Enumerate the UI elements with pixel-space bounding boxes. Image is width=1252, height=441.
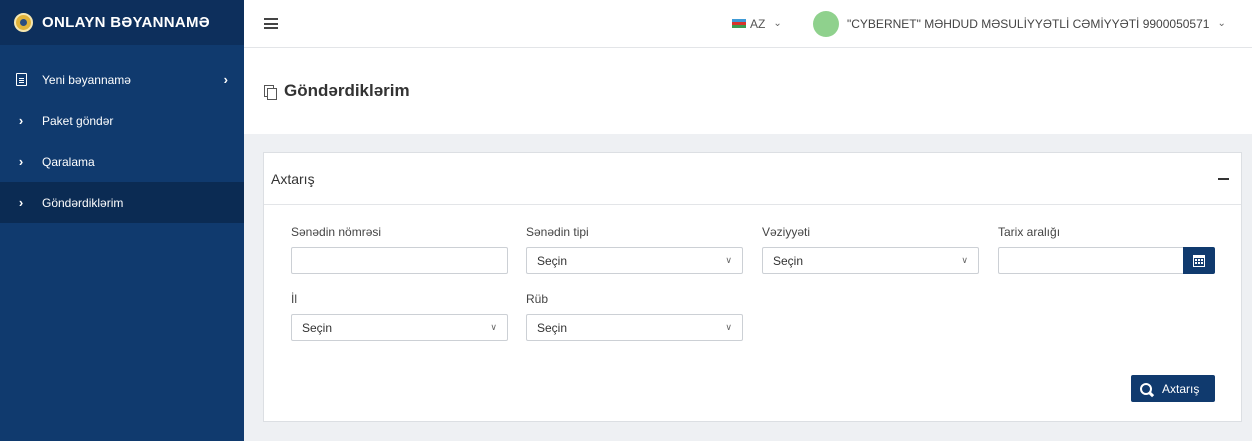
language-selector[interactable]: AZ ⌄	[732, 17, 782, 31]
date-range-input[interactable]	[998, 247, 1183, 274]
year-label: İl	[291, 292, 297, 306]
year-field: İl Seçin ∨	[291, 292, 508, 341]
doc-type-field: Sənədin tipi Seçin ∨	[526, 225, 743, 274]
chevron-down-icon: ⌄	[773, 18, 782, 29]
chevron-down-icon: ∨	[725, 255, 732, 265]
doc-type-value: Seçin	[537, 253, 568, 268]
year-value: Seçin	[302, 320, 333, 335]
sidebar-item-drafts[interactable]: › Qaralama	[0, 141, 244, 182]
calendar-button[interactable]	[1183, 247, 1215, 274]
top-bar: AZ ⌄ "CYBERNET" MƏHDUD MƏSULİYYƏTLİ CƏMİ…	[244, 0, 1252, 48]
year-select[interactable]: Seçin ∨	[291, 314, 508, 341]
document-icon	[14, 73, 28, 86]
user-menu[interactable]: "CYBERNET" MƏHDUD MƏSULİYYƏTLİ CƏMİYYƏTİ…	[813, 10, 1226, 37]
date-range-field: Tarix aralığı	[998, 225, 1215, 274]
sidebar-item-label: Qaralama	[42, 154, 95, 169]
user-name: "CYBERNET" MƏHDUD MƏSULİYYƏTLİ CƏMİYYƏTİ…	[847, 16, 1210, 31]
status-label: Vəziyyəti	[762, 225, 811, 239]
search-panel-title: Axtarış	[271, 170, 315, 187]
chevron-right-icon: ›	[223, 72, 228, 87]
search-button[interactable]: Axtarış	[1131, 375, 1215, 402]
sidebar-item-label: Paket göndər	[42, 113, 114, 128]
chevron-right-icon: ›	[18, 154, 24, 169]
brand-title: ONLAYN BƏYANNAMƏ	[42, 14, 210, 31]
calendar-icon	[1193, 254, 1205, 267]
sidebar-item-new-declaration[interactable]: Yeni bəyannamə ›	[0, 59, 244, 100]
search-button-label: Axtarış	[1162, 381, 1200, 396]
avatar	[813, 10, 839, 37]
menu-toggle-icon[interactable]	[264, 18, 278, 29]
chevron-down-icon: ∨	[725, 322, 732, 332]
status-field: Vəziyyəti Seçin ∨	[762, 225, 979, 274]
sidebar-item-sent[interactable]: › Göndərdiklərim	[0, 182, 244, 223]
quarter-label: Rüb	[526, 292, 549, 306]
sidebar-nav: Yeni bəyannamə › › Paket göndər › Qarala…	[0, 45, 244, 223]
quarter-field: Rüb Seçin ∨	[526, 292, 743, 341]
emblem-icon	[14, 13, 33, 32]
search-icon	[1140, 382, 1152, 395]
doc-number-field: Sənədin nömrəsi	[291, 225, 508, 274]
chevron-down-icon: ∨	[961, 255, 968, 265]
collapse-icon[interactable]	[1218, 178, 1229, 180]
search-panel-header: Axtarış	[264, 153, 1241, 205]
sidebar-item-label: Yeni bəyannamə	[42, 72, 131, 87]
chevron-right-icon: ›	[18, 195, 24, 210]
sidebar: ONLAYN BƏYANNAMƏ Yeni bəyannamə › › Pake…	[0, 0, 244, 441]
date-range-label: Tarix aralığı	[998, 225, 1061, 239]
doc-number-input[interactable]	[291, 247, 508, 274]
page-header: Göndərdiklərim	[244, 48, 1252, 134]
search-panel: Axtarış Sənədin nömrəsi Sənədin tipi Seç…	[263, 152, 1242, 422]
brand-header[interactable]: ONLAYN BƏYANNAMƏ	[0, 0, 244, 45]
copy-icon	[264, 84, 277, 100]
page-title: Göndərdiklərim	[284, 81, 410, 100]
chevron-right-icon: ›	[18, 113, 24, 128]
azerbaijan-flag-icon	[732, 18, 746, 29]
language-label: AZ	[750, 16, 766, 31]
chevron-down-icon: ⌄	[1217, 18, 1226, 29]
quarter-select[interactable]: Seçin ∨	[526, 314, 743, 341]
sidebar-item-send-package[interactable]: › Paket göndər	[0, 100, 244, 141]
sidebar-item-label: Göndərdiklərim	[42, 195, 124, 210]
chevron-down-icon: ∨	[490, 322, 497, 332]
doc-number-label: Sənədin nömrəsi	[291, 225, 382, 239]
doc-type-label: Sənədin tipi	[526, 225, 589, 239]
status-select[interactable]: Seçin ∨	[762, 247, 979, 274]
doc-type-select[interactable]: Seçin ∨	[526, 247, 743, 274]
status-value: Seçin	[773, 253, 804, 268]
quarter-value: Seçin	[537, 320, 568, 335]
